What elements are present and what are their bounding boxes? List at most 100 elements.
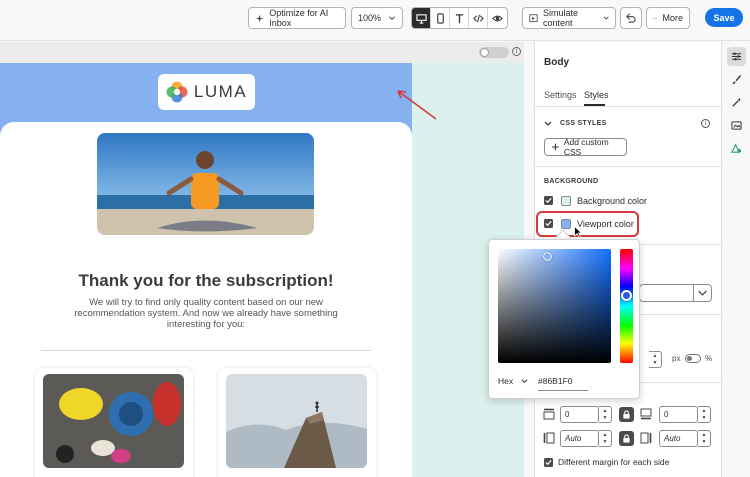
background-heading: BACKGROUND	[544, 178, 599, 185]
lock-icon	[623, 410, 630, 419]
saturation-value-area[interactable]	[498, 249, 611, 363]
margin-top-input[interactable]: 0	[560, 406, 599, 423]
undo-button[interactable]	[620, 7, 642, 29]
rail-properties-button[interactable]	[727, 47, 746, 66]
margin-right-input[interactable]: Auto	[659, 430, 698, 447]
unit-toggle[interactable]	[685, 354, 701, 363]
plus-icon	[552, 143, 559, 151]
product-card[interactable]	[218, 368, 376, 477]
background-color-swatch[interactable]	[561, 196, 571, 206]
simulate-label: Simulate content	[542, 8, 578, 28]
mobile-view-button[interactable]	[431, 8, 450, 28]
chevron-down-icon	[388, 16, 396, 21]
lock-horizontal-margins-button[interactable]	[619, 431, 634, 446]
image-frame-icon	[731, 121, 742, 130]
stepper-down-icon[interactable]: ▼	[698, 439, 710, 447]
stepper-down-icon[interactable]: ▼	[698, 415, 710, 423]
stepper-down-icon[interactable]: ▼	[599, 415, 611, 423]
code-view-button[interactable]	[469, 8, 488, 28]
margin-bottom-icon	[640, 408, 652, 420]
rail-ai-button[interactable]	[727, 93, 746, 112]
simulate-icon	[529, 13, 538, 22]
email-body-card[interactable]: Thank you for the subscription! We will …	[0, 122, 412, 477]
check-icon	[545, 197, 552, 204]
save-button[interactable]: Save	[705, 8, 743, 27]
tab-settings[interactable]: Settings	[544, 90, 577, 100]
color-mode-select[interactable]: Hex	[498, 376, 528, 386]
device-preview-group	[411, 7, 508, 29]
unit-px: px	[672, 354, 681, 363]
eye-icon	[492, 15, 503, 21]
margin-top-stepper[interactable]: ▲ ▼	[599, 406, 612, 423]
viewport-color-swatch[interactable]	[561, 219, 571, 229]
info-icon[interactable]: i	[512, 47, 521, 56]
background-color-label: Background color	[577, 196, 648, 206]
annotation-arrow-icon	[397, 90, 437, 120]
margin-bottom-stepper[interactable]: ▲ ▼	[698, 406, 711, 423]
stepper-up-icon[interactable]: ▲	[698, 431, 710, 439]
background-color-checkbox[interactable]	[544, 196, 553, 205]
stepper-up-icon[interactable]: ▲	[599, 407, 611, 415]
preview-button[interactable]	[488, 8, 507, 28]
hex-value-input[interactable]: #86B1F0	[538, 371, 588, 391]
text-view-button[interactable]	[450, 8, 469, 28]
logo-text: LUMA	[193, 82, 248, 101]
stepper-down-icon[interactable]: ▼	[649, 360, 661, 368]
zoom-select[interactable]: 100%	[351, 7, 403, 29]
lock-vertical-margins-button[interactable]	[619, 407, 634, 422]
light-dark-toggle[interactable]	[479, 47, 509, 58]
more-label: More	[662, 13, 683, 23]
margin-right-icon	[640, 432, 652, 444]
section-divider	[641, 382, 722, 383]
code-icon	[472, 14, 484, 22]
info-icon[interactable]: i	[701, 119, 710, 128]
tab-divider	[535, 106, 722, 107]
brush-icon	[732, 74, 742, 85]
tab-styles[interactable]: Styles	[584, 90, 609, 100]
hero-image[interactable]	[97, 133, 314, 235]
right-icon-rail	[721, 42, 750, 477]
stepper-down-icon[interactable]: ▼	[599, 439, 611, 447]
chevron-down-icon	[693, 285, 707, 301]
margin-left-stepper[interactable]: ▲ ▼	[599, 430, 612, 447]
css-styles-heading: CSS STYLES	[560, 120, 607, 127]
stepper-up-icon[interactable]: ▲	[599, 431, 611, 439]
margin-right-stepper[interactable]: ▲ ▼	[698, 430, 711, 447]
email-viewport[interactable]: LUMA Thank you for the subscription! We …	[0, 63, 412, 477]
rail-brush-button[interactable]	[727, 70, 746, 89]
optimize-ai-inbox-button[interactable]: Optimize for AI Inbox	[248, 7, 346, 29]
stepper-up-icon[interactable]: ▲	[698, 407, 710, 415]
optimize-label: Optimize for AI Inbox	[269, 8, 329, 28]
undo-icon	[626, 13, 636, 23]
simulate-content-button[interactable]: Simulate content	[522, 7, 616, 29]
desktop-icon	[415, 13, 427, 24]
margin-left-input[interactable]: Auto	[560, 430, 599, 447]
hue-slider[interactable]	[620, 249, 633, 363]
dropdown-select[interactable]	[639, 284, 712, 302]
add-custom-css-button[interactable]: Add custom CSS	[544, 137, 627, 157]
color-mode-value: Hex	[498, 376, 514, 386]
mouse-cursor-icon	[574, 226, 582, 238]
sparkle-icon	[255, 14, 264, 22]
saturation-handle[interactable]	[543, 252, 552, 261]
rail-shapes-button[interactable]	[727, 139, 746, 158]
email-divider	[41, 350, 371, 351]
product-card[interactable]	[35, 368, 193, 477]
panel-title: Body	[544, 57, 569, 68]
magic-wand-icon	[732, 97, 742, 107]
section-divider	[641, 244, 722, 245]
desktop-view-button[interactable]	[412, 8, 431, 28]
margin-bottom-input[interactable]: 0	[659, 406, 698, 423]
stepper-up-icon[interactable]: ▲	[649, 352, 661, 360]
rail-assets-button[interactable]	[727, 116, 746, 135]
mobile-icon	[436, 12, 444, 24]
more-icon	[653, 17, 658, 19]
different-margin-checkbox[interactable]	[544, 458, 553, 467]
product-image	[226, 374, 367, 468]
more-button[interactable]: More	[646, 7, 690, 29]
width-stepper[interactable]: ▲ ▼	[649, 351, 662, 368]
hue-handle[interactable]	[621, 290, 632, 301]
chevron-down-icon[interactable]	[544, 120, 552, 128]
color-picker-popover: Hex #86B1F0	[488, 239, 640, 399]
viewport-color-checkbox[interactable]	[544, 219, 553, 228]
